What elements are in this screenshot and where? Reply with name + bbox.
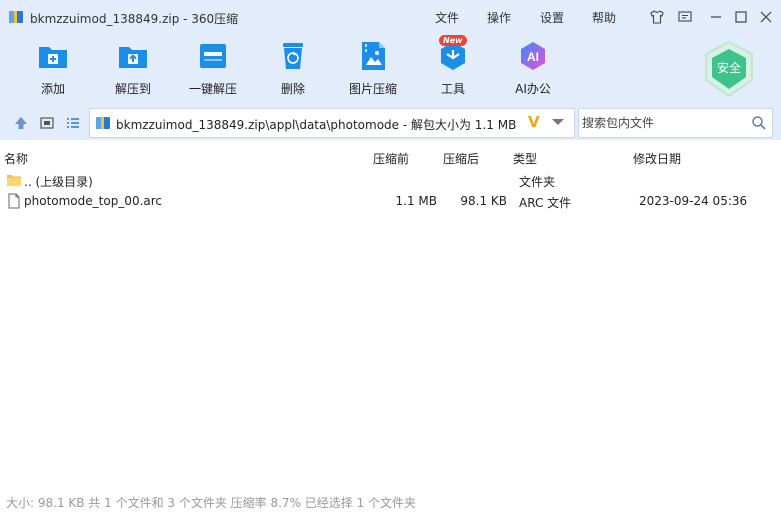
status-bar: 大小: 98.1 KB 共 1 个文件和 3 个文件夹 压缩率 8.7% 已经选…: [6, 496, 417, 510]
feedback-icon[interactable]: [675, 7, 695, 27]
one-click-extract-label: 一键解压: [188, 82, 237, 96]
table-row-parent[interactable]: .. (上级目录) 文件夹: [0, 170, 781, 191]
new-badge: New: [439, 35, 467, 46]
row-type: ARC 文件: [519, 196, 572, 210]
column-type[interactable]: 类型: [513, 150, 537, 167]
search-icon[interactable]: [751, 115, 767, 131]
add-file-icon: [39, 47, 67, 68]
search-box: [578, 108, 773, 138]
security-label: 安全: [717, 60, 741, 75]
extract-to-label: 解压到: [114, 82, 151, 96]
image-compress-label: 图片压缩: [348, 82, 397, 96]
close-icon[interactable]: [756, 7, 776, 27]
extract-to-button[interactable]: 解压到: [101, 40, 165, 100]
chevron-down-icon[interactable]: [552, 119, 564, 125]
delete-button[interactable]: 删除: [261, 40, 325, 100]
one-click-extract-button[interactable]: 一键解压: [181, 40, 245, 100]
extract-folder-icon: [119, 47, 147, 68]
ai-icon-text: AI: [527, 50, 539, 64]
ai-office-label: AI办公: [515, 82, 551, 96]
list-view-icon[interactable]: [65, 115, 81, 131]
file-icon: [8, 193, 20, 209]
trash-icon: [283, 43, 303, 69]
menu-operate[interactable]: 操作: [487, 9, 511, 26]
row-modified: 2023-09-24 05:36: [639, 194, 748, 208]
window-title: bkmzzuimod_138849.zip - 360压缩: [30, 12, 239, 26]
v-mark-icon[interactable]: V: [528, 113, 540, 131]
one-click-extract-icon: [200, 44, 226, 68]
menu-help[interactable]: 帮助: [592, 9, 616, 26]
menu-settings[interactable]: 设置: [540, 9, 564, 26]
search-input[interactable]: [582, 114, 742, 132]
ai-office-button[interactable]: AI AI办公: [501, 40, 565, 100]
security-shield-icon: 安全: [705, 40, 753, 98]
column-after[interactable]: 压缩后: [443, 150, 479, 167]
row-name: .. (上级目录): [24, 175, 93, 189]
row-before: 1.1 MB: [395, 194, 437, 208]
column-name[interactable]: 名称: [4, 150, 28, 167]
image-compress-icon: [362, 42, 385, 70]
path-text: bkmzzuimod_138849.zip\appl\data\photomod…: [116, 118, 517, 132]
zip-icon: [96, 117, 110, 129]
path-field[interactable]: bkmzzuimod_138849.zip\appl\data\photomod…: [89, 108, 575, 138]
tools-button[interactable]: New 工具: [421, 35, 485, 100]
add-label: 添加: [40, 82, 65, 96]
row-after: 98.1 KB: [460, 194, 507, 208]
row-type: 文件夹: [519, 175, 556, 189]
app-icon: [9, 11, 23, 23]
delete-label: 删除: [280, 82, 305, 96]
folder-icon: [7, 175, 21, 186]
image-compress-button[interactable]: 图片压缩: [341, 40, 405, 100]
menu-file[interactable]: 文件: [435, 9, 459, 26]
column-before[interactable]: 压缩前: [373, 150, 409, 167]
thumbnail-view-icon[interactable]: [39, 115, 55, 131]
up-arrow-icon[interactable]: [13, 115, 29, 131]
maximize-icon[interactable]: [731, 7, 751, 27]
table-row-file[interactable]: photomode_top_00.arc 1.1 MB 98.1 KB ARC …: [0, 191, 781, 212]
column-modified[interactable]: 修改日期: [633, 150, 681, 167]
title-bar: bkmzzuimod_138849.zip - 360压缩 文件 操作 设置 帮…: [0, 0, 781, 34]
add-button[interactable]: 添加: [21, 40, 85, 100]
security-badge[interactable]: 安全: [702, 40, 756, 98]
ai-office-icon: AI: [521, 42, 545, 70]
tools-label: 工具: [440, 82, 465, 96]
skin-icon[interactable]: [647, 7, 667, 27]
row-name: photomode_top_00.arc: [24, 194, 163, 208]
minimize-icon[interactable]: [706, 7, 726, 27]
